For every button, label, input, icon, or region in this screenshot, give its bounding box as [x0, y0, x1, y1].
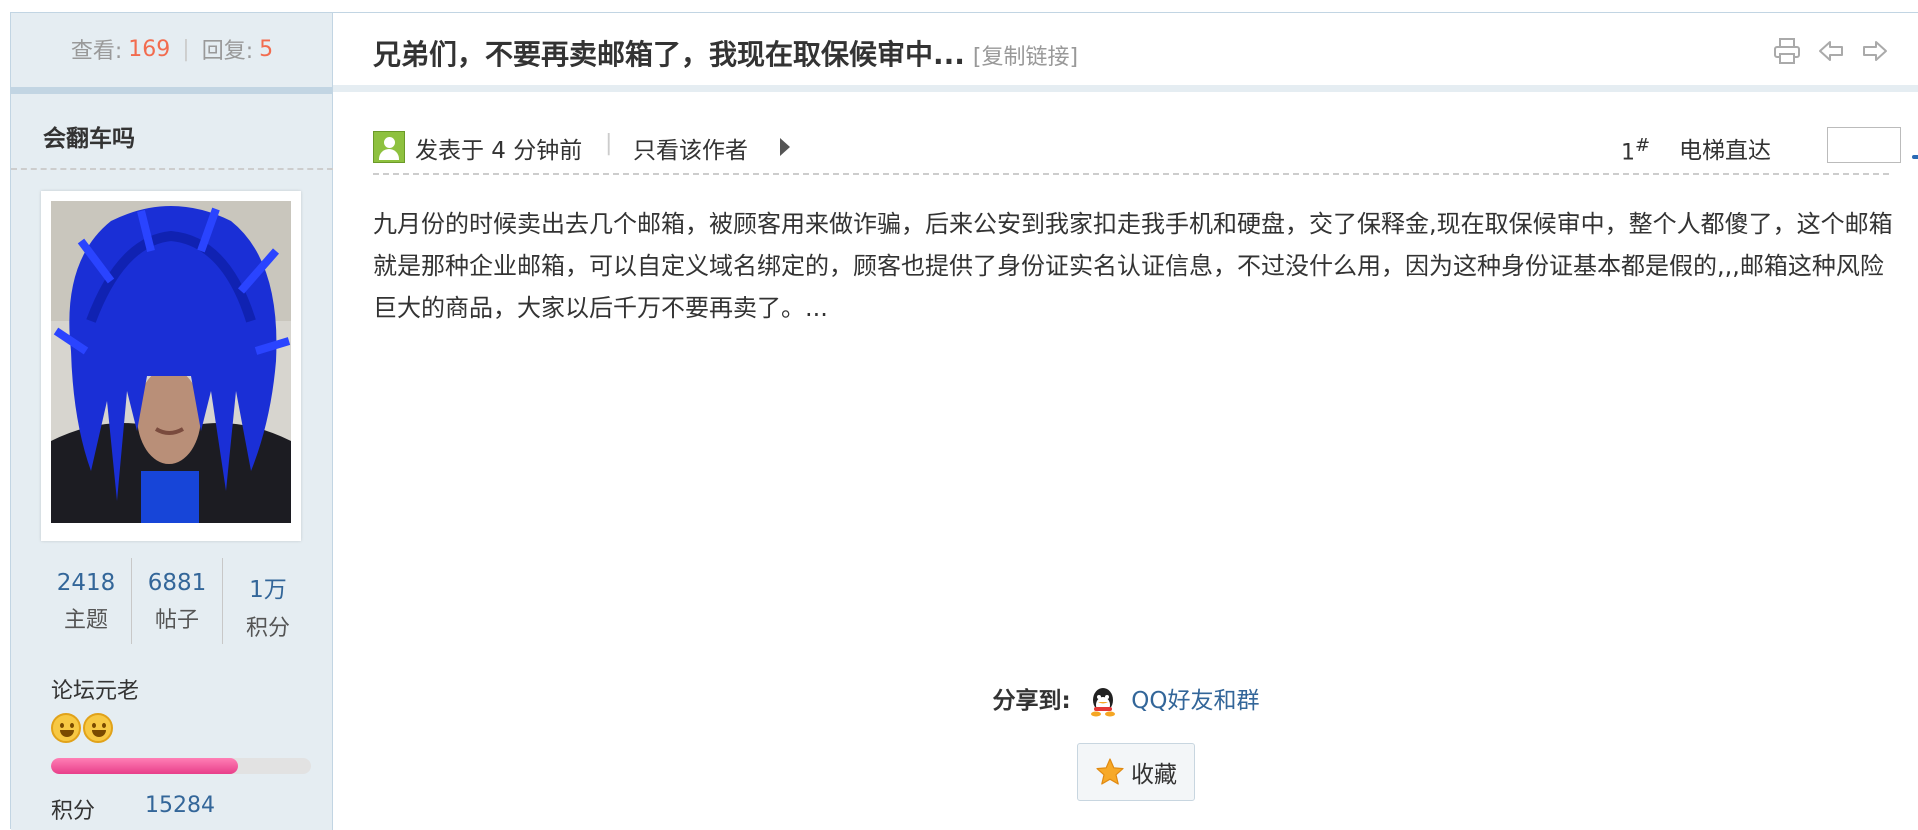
stat-label: 主题 — [63, 608, 108, 633]
author-stats: 2418 主题 6881 帖子 1万 积分 — [41, 558, 313, 644]
thread-title: 兄弟们，不要再卖邮箱了，我现在取保候审中... — [373, 38, 965, 71]
thread-title-bar: 兄弟们，不要再卖邮箱了，我现在取保候审中... [复制链接] — [333, 13, 1918, 92]
rank-progress-fill — [51, 758, 239, 774]
rank-smiley-icon — [83, 713, 113, 743]
print-icon[interactable] — [1773, 37, 1801, 65]
user-icon — [373, 131, 405, 163]
thread-stats: 查看: 169 | 回复: 5 — [11, 13, 333, 85]
author-sidebar: 查看: 169 | 回复: 5 会翻车吗 2418 主题 6881 帖子 1万 … — [11, 13, 333, 830]
posted-time: 发表于 4 分钟前 — [415, 138, 583, 164]
elevator-label: 电梯直达 — [1679, 138, 1771, 164]
views-label: 查看: — [70, 39, 123, 64]
credits-value: 15284 — [145, 793, 216, 818]
replies-count: 5 — [259, 36, 274, 62]
credits-label: 积分 — [51, 799, 96, 824]
rank-progress-bar — [51, 758, 311, 774]
floor-mark: # — [1635, 135, 1651, 156]
elevator-input[interactable] — [1827, 127, 1901, 163]
views-count: 169 — [128, 36, 171, 62]
thread-tools — [1773, 37, 1889, 65]
rank-title[interactable]: 论坛元老 — [51, 673, 139, 705]
author-stat-threads[interactable]: 2418 主题 — [41, 558, 132, 644]
elevator-go-icon[interactable] — [1911, 127, 1918, 161]
avatar-image — [51, 201, 291, 523]
only-author-link[interactable]: 只看该作者 — [633, 131, 748, 165]
star-icon — [1096, 758, 1124, 785]
author-divider — [11, 168, 333, 170]
sidebar-divider-bar — [11, 87, 333, 94]
post-meta: 发表于 4 分钟前 | 只看该作者 1# 电梯直达 — [373, 113, 1918, 175]
favorite-button[interactable]: 收藏 — [1077, 743, 1195, 801]
prev-thread-icon[interactable] — [1817, 37, 1845, 65]
floor-number: 1# — [1621, 135, 1650, 165]
author-stat-posts[interactable]: 6881 帖子 — [132, 558, 223, 644]
qq-icon[interactable] — [1088, 687, 1118, 717]
author-stat-credits[interactable]: 1万 积分 — [223, 558, 313, 644]
post-content-column: 兄弟们，不要再卖邮箱了，我现在取保候审中... [复制链接] 发表于 4 分钟前 … — [333, 13, 1918, 830]
rank-smiley-icon — [51, 713, 81, 743]
avatar[interactable] — [41, 191, 301, 541]
stat-label: 积分 — [245, 616, 290, 641]
favorite-label: 收藏 — [1131, 762, 1177, 788]
stats-divider: | — [182, 36, 190, 62]
share-label: 分享到: — [992, 688, 1071, 714]
play-arrow-icon — [780, 138, 790, 156]
thread-frame: 查看: 169 | 回复: 5 会翻车吗 2418 主题 6881 帖子 1万 … — [10, 12, 1918, 830]
thread-title-wrapper: 兄弟们，不要再卖邮箱了，我现在取保候审中... [复制链接] — [373, 33, 1078, 73]
floor-number-value: 1 — [1621, 140, 1635, 166]
copy-link-button[interactable]: [复制链接] — [973, 45, 1078, 70]
stat-value: 1万 — [249, 577, 287, 603]
author-name[interactable]: 会翻车吗 — [43, 119, 135, 153]
stat-value: 6881 — [147, 570, 207, 596]
share-bar: 分享到: QQ好友和群 — [333, 681, 1918, 717]
stat-label: 帖子 — [154, 608, 199, 633]
stat-value: 2418 — [56, 570, 116, 596]
replies-label: 回复: — [201, 39, 254, 64]
rank-stars — [51, 713, 113, 743]
meta-divider: | — [605, 131, 613, 156]
share-qq-link[interactable]: QQ好友和群 — [1131, 688, 1259, 714]
next-thread-icon[interactable] — [1861, 37, 1889, 65]
author-credits: 积分 15284 — [51, 793, 215, 825]
post-body: 九月份的时候卖出去几个邮箱，被顾客用来做诈骗，后来公安到我家扣走我手机和硬盘，交… — [373, 210, 1893, 322]
